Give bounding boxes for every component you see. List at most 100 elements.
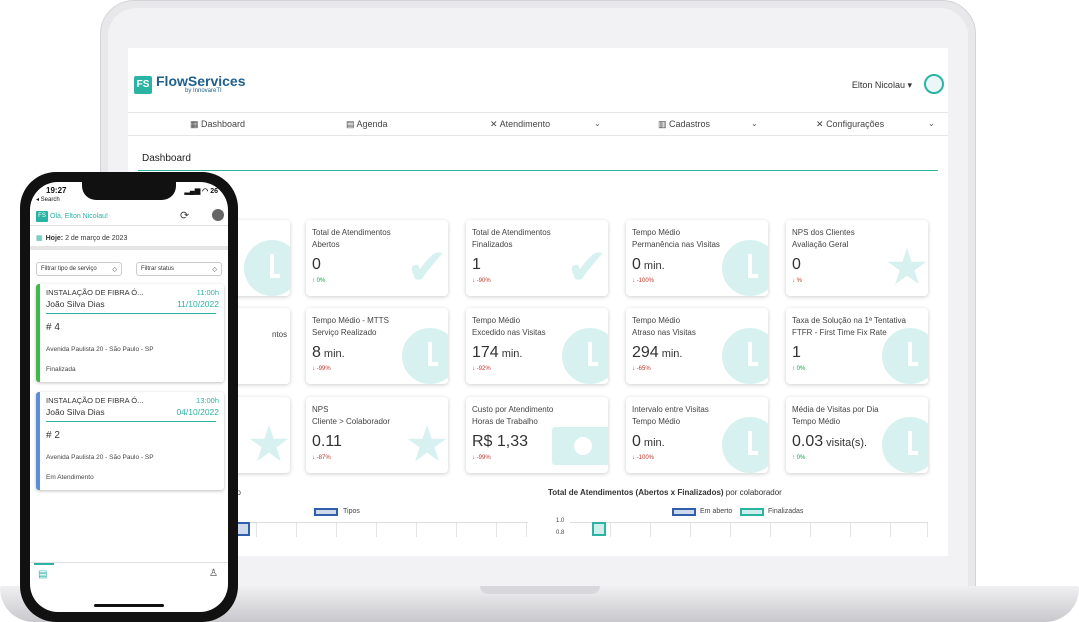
phone-screen: 19:27 ◂ Search ▂▄▆ ◠ 26 FS Olá, Elton Ni…: [30, 182, 228, 612]
refresh-icon[interactable]: ⟳: [180, 209, 189, 222]
chart-bar[interactable]: [592, 522, 606, 536]
kpi-change: ↓ -100%: [632, 278, 655, 284]
kpi-label: Total de Atendimentos: [312, 228, 391, 237]
kpi-sublabel: Avaliação Geral: [792, 240, 849, 249]
service-name: INSTALAÇÃO DE FIBRA Ó...: [46, 396, 144, 405]
clock-icon: [562, 328, 608, 384]
legend-swatch-tipos[interactable]: [314, 508, 338, 516]
nav-label: Dashboard: [201, 119, 246, 129]
nav-agenda[interactable]: ▤ Agenda: [346, 119, 388, 130]
kpi-sublabel: Serviço Realizado: [312, 328, 377, 337]
kpi-card: Tempo Médio Atraso nas Visitas 294 min. ↓ -6…: [626, 308, 768, 384]
phone-header: FS Olá, Elton Nicolau! ⟳: [30, 204, 228, 226]
user-name: Elton Nicolau: [851, 80, 905, 90]
today-date: ▦ Hoje: 2 de março de 2023: [36, 234, 127, 242]
clock-icon: [882, 417, 928, 473]
title-divider: [138, 170, 938, 171]
kpi-label: Tempo Médio: [632, 228, 681, 237]
legend-swatch-open[interactable]: [672, 508, 696, 516]
kpi-unit: min.: [643, 260, 665, 272]
list-icon[interactable]: ▤: [38, 569, 47, 580]
kpi-card: Tempo Médio Permanência nas Visitas 0 min. ↓…: [626, 220, 768, 296]
kpi-card: Tempo Médio Excedido nas Visitas 174 min. ↓ …: [466, 308, 608, 384]
kpi-change: ↓ -99%: [472, 455, 491, 461]
kpi-sublabel: Excedido nas Visitas: [472, 328, 546, 337]
user-icon[interactable]: ♙: [209, 568, 218, 579]
chevron-down-icon[interactable]: ⌄: [928, 119, 935, 128]
nav-atendimento[interactable]: ✕ Atendimento: [490, 119, 550, 130]
kpi-number: 1: [792, 344, 801, 361]
chart-title-right: Total de Atendimentos (Abertos x Finaliz…: [548, 488, 782, 497]
nav-configuracoes[interactable]: ✕ Configurações: [816, 119, 884, 130]
avatar[interactable]: [924, 74, 944, 94]
kpi-card: Intervalo entre Visitas Tempo Médio 0 min. ↓…: [626, 397, 768, 473]
user-menu[interactable]: Elton Nicolau ▾: [852, 80, 912, 91]
kpi-label: Média de Visitas por Dia: [792, 405, 879, 414]
kpi-label: Tempo Médio: [632, 316, 681, 325]
kpi-sublabel: FTFR - First Time Fix Rate: [792, 328, 887, 337]
laptop-notch: [480, 586, 600, 594]
y-tick: 0.8: [556, 530, 565, 536]
kpi-value: R$ 1,33: [472, 433, 531, 451]
kpi-card: ✔ Total de Atendimentos Abertos 0 ↑ 0%: [306, 220, 448, 296]
nav-dashboard[interactable]: ▦ Dashboard: [190, 119, 245, 130]
main-nav: ▦ Dashboard ▤ Agenda ✕ Atendimento ⌄ ▥ C…: [128, 112, 948, 136]
kpi-change: ↑ 0%: [792, 366, 806, 372]
kpi-number: R$ 1,33: [472, 433, 529, 450]
kpi-unit: min.: [643, 437, 665, 449]
star-icon: ★: [404, 416, 448, 472]
kpi-value: 0 min.: [632, 433, 665, 451]
kpi-label: NPS dos Clientes: [792, 228, 855, 237]
service-status: Em Atendimento: [46, 474, 94, 481]
kpi-value: 0: [792, 256, 804, 274]
kpi-label: Tempo Médio - MTTS: [312, 316, 389, 325]
service-status: Finalizada: [46, 366, 76, 373]
service-time: 13:00h: [196, 396, 219, 405]
service-name: INSTALAÇÃO DE FIBRA Ó...: [46, 288, 144, 297]
kpi-change: ↓ -99%: [312, 366, 331, 372]
chart-bar[interactable]: [236, 522, 250, 536]
app-name[interactable]: FlowServices: [156, 73, 246, 89]
kpi-value: 0: [312, 256, 324, 274]
kpi-change: ↑ 0%: [312, 278, 326, 284]
filter-status-select[interactable]: Filtrar status ◇: [136, 262, 222, 276]
back-to-search[interactable]: ◂ Search: [36, 196, 60, 203]
kpi-change: ↓ -92%: [472, 366, 491, 372]
y-tick: 1.0: [556, 518, 565, 524]
kpi-number: 0: [312, 256, 321, 273]
kpi-card: Taxa de Solução na 1ª Tentativa FTFR - Fi…: [786, 308, 928, 384]
nav-cadastros[interactable]: ▥ Cadastros: [658, 119, 710, 130]
service-date: 04/10/2022: [176, 407, 219, 417]
service-number: # 2: [46, 430, 60, 441]
kpi-number: 0.03: [792, 433, 824, 450]
nav-label: Agenda: [356, 119, 388, 129]
check-icon: ✔: [406, 239, 448, 295]
kpi-change: ↓ -100%: [632, 455, 655, 461]
page-title: Dashboard: [142, 153, 191, 164]
kpi-card: ★ NPS Cliente > Colaborador 0.11 ↓ -87%: [306, 397, 448, 473]
kpi-sublabel: Cliente > Colaborador: [312, 417, 391, 426]
kpi-value: 8 min.: [312, 344, 345, 362]
chart-title-rest: por colaborador: [723, 488, 782, 497]
kpi-change: ↓ %: [792, 278, 803, 284]
kpi-sublabel: Tempo Médio: [792, 417, 841, 426]
clock-icon: [722, 328, 768, 384]
chevron-down-icon[interactable]: ⌄: [594, 119, 601, 128]
filter-service-type-select[interactable]: Filtrar tipo de serviço ◇: [36, 262, 122, 276]
kpi-change: ↓ -65%: [632, 366, 651, 372]
service-card[interactable]: INSTALAÇÃO DE FIBRA Ó... 11:00h João Sil…: [36, 284, 224, 382]
kpi-label: Intervalo entre Visitas: [632, 405, 709, 414]
service-card[interactable]: INSTALAÇÃO DE FIBRA Ó... 13:00h João Sil…: [36, 392, 224, 490]
legend-swatch-done[interactable]: [740, 508, 764, 516]
avatar[interactable]: [212, 209, 224, 221]
kpi-number: 0: [632, 433, 641, 450]
chevron-down-icon[interactable]: ⌄: [751, 119, 758, 128]
kpi-label: Total de Atendimentos: [472, 228, 551, 237]
service-time: 11:00h: [196, 288, 219, 297]
divider-bar: [30, 246, 228, 250]
tools-icon: ✕: [490, 119, 498, 129]
kpi-value: 1: [792, 344, 804, 362]
kpi-label: ntos: [272, 330, 288, 339]
table-icon: ▦: [190, 119, 199, 129]
kpi-value: 174 min.: [472, 344, 522, 362]
